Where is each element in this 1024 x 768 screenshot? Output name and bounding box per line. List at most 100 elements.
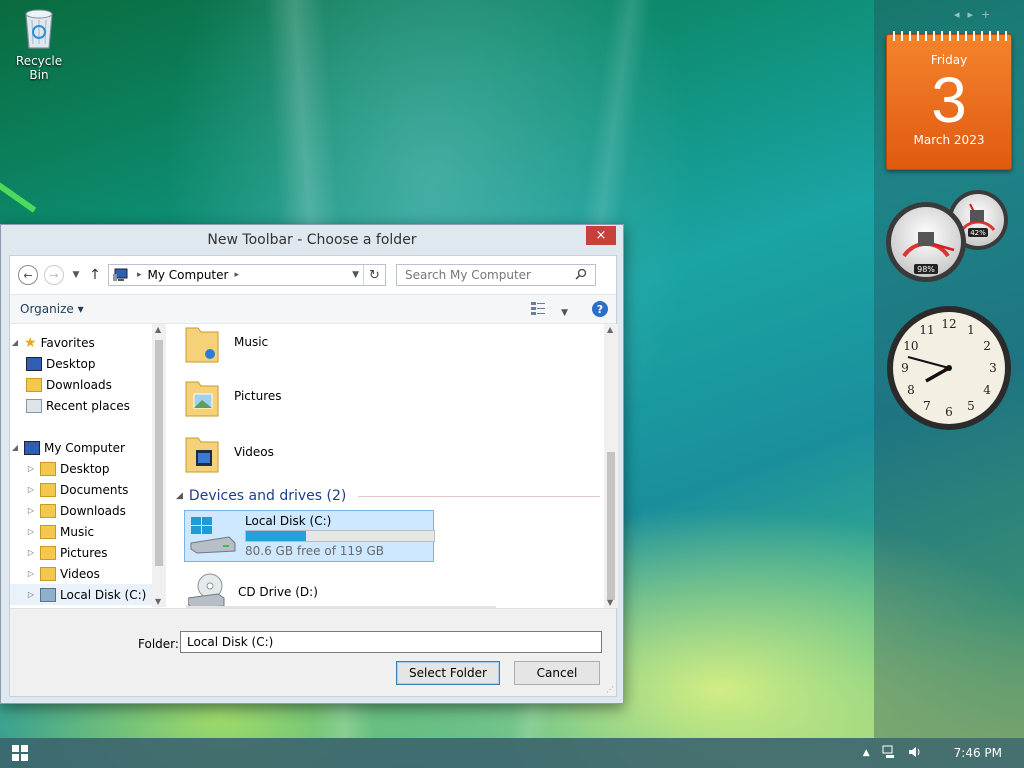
nav-item-recent-places[interactable]: Recent places [26, 395, 130, 416]
scroll-up-icon[interactable]: ▲ [155, 325, 161, 334]
content-scrollbar[interactable]: ▲ ▼ [604, 324, 618, 608]
forward-button[interactable]: → [44, 265, 64, 285]
desktop-folder-icon [40, 461, 56, 476]
downloads-folder-icon [40, 503, 56, 518]
desktop-icon-recycle-bin[interactable]: Recycle Bin [6, 6, 72, 82]
nav-item-label: Pictures [60, 545, 108, 560]
collapse-arrow-icon[interactable]: ◢ [10, 443, 20, 452]
change-view-button[interactable]: ▼ [531, 301, 568, 318]
sidebar-prev-icon[interactable]: ◂ [954, 8, 960, 21]
search-icon [575, 268, 587, 283]
nav-item-music[interactable]: ▷ Music [26, 521, 94, 542]
help-button[interactable]: ? [592, 301, 608, 317]
show-hidden-icons-icon[interactable]: ▲ [863, 748, 870, 758]
nav-item-downloads[interactable]: ▷ Downloads [26, 500, 126, 521]
forward-arrow-icon: → [49, 268, 59, 282]
desktop-icon [26, 356, 42, 371]
folder-item-videos[interactable]: Videos [184, 428, 274, 476]
scroll-down-icon[interactable]: ▼ [155, 597, 161, 606]
search-box[interactable]: Search My Computer [396, 264, 596, 286]
collapse-arrow-icon[interactable]: ◢ [10, 338, 20, 347]
wallpaper-ray [0, 173, 37, 213]
select-folder-button[interactable]: Select Folder [396, 661, 500, 685]
expand-arrow-icon[interactable]: ▷ [26, 590, 36, 599]
up-level-button[interactable]: ↑ [88, 267, 102, 283]
close-button[interactable]: × [586, 226, 616, 245]
folder-item-music[interactable]: Music [184, 324, 268, 366]
system-tray: ▲ 7:46 PM [863, 738, 1024, 768]
refresh-button[interactable]: ↻ [363, 265, 385, 285]
music-folder-icon [184, 324, 220, 364]
sidebar-controls: ◂ ▸ + [954, 8, 990, 21]
scroll-down-icon[interactable]: ▼ [607, 598, 613, 607]
expand-arrow-icon[interactable]: ▷ [26, 506, 36, 515]
address-dropdown-icon[interactable]: ▼ [352, 270, 359, 280]
recent-locations-button[interactable]: ▼ [70, 270, 82, 280]
clock-time[interactable]: 7:46 PM [954, 746, 1002, 760]
expand-arrow-icon[interactable]: ▷ [26, 464, 36, 473]
cpu-meter-gadget[interactable]: 42% 98% [884, 190, 1014, 290]
volume-icon[interactable] [908, 745, 922, 762]
nav-my-computer[interactable]: ◢ My Computer [10, 437, 125, 458]
computer-icon [113, 268, 131, 282]
clock-numeral: 3 [989, 361, 997, 375]
network-icon[interactable] [882, 745, 896, 762]
navigation-scrollbar[interactable]: ▲ ▼ [152, 324, 166, 607]
pictures-folder-icon [184, 374, 220, 418]
address-bar[interactable]: ▸ My Computer ▸ ▼ ↻ [108, 264, 386, 286]
clock-numeral: 11 [919, 323, 934, 337]
expand-arrow-icon[interactable]: ▷ [26, 548, 36, 557]
view-dropdown-icon[interactable]: ▼ [561, 308, 568, 318]
back-button[interactable]: ← [18, 265, 38, 285]
nav-item-documents[interactable]: ▷ Documents [26, 479, 128, 500]
recent-places-icon [26, 398, 42, 413]
breadcrumb-my-computer[interactable]: My Computer [148, 268, 229, 282]
scrollbar-thumb[interactable] [607, 452, 615, 600]
nav-item-label: My Computer [44, 440, 125, 455]
expand-arrow-icon[interactable]: ▷ [26, 485, 36, 494]
breadcrumb-separator-icon[interactable]: ▸ [234, 270, 239, 280]
choose-folder-dialog: New Toolbar - Choose a folder × ← → ▼ ↑ … [0, 224, 624, 704]
expand-arrow-icon[interactable]: ▷ [26, 527, 36, 536]
start-button[interactable] [0, 738, 40, 768]
nav-item-label: Downloads [60, 503, 126, 518]
breadcrumb-separator-icon[interactable]: ▸ [137, 270, 142, 280]
clock-numeral: 9 [901, 361, 909, 375]
cancel-button[interactable]: Cancel [514, 661, 600, 685]
devices-group-header[interactable]: ◢ Devices and drives (2) [176, 488, 600, 504]
clock-numeral: 7 [923, 399, 931, 413]
nav-item-favorites-downloads[interactable]: Downloads [26, 374, 112, 395]
organize-menu[interactable]: Organize ▾ [20, 302, 84, 316]
folder-label: Music [234, 335, 269, 349]
local-disk-icon [40, 587, 56, 602]
drive-item-cd-drive[interactable]: CD Drive (D:) [187, 572, 318, 608]
calendar-gadget[interactable]: Friday 3 March 2023 [886, 31, 1012, 170]
nav-item-pictures[interactable]: ▷ Pictures [26, 542, 108, 563]
resize-grip-icon[interactable]: ⋰ [606, 685, 614, 694]
dialog-titlebar[interactable]: New Toolbar - Choose a folder × [1, 225, 623, 255]
scrollbar-thumb[interactable] [155, 340, 163, 566]
pictures-folder-icon [40, 545, 56, 560]
nav-item-label: Favorites [40, 335, 95, 350]
nav-item-videos[interactable]: ▷ Videos [26, 563, 100, 584]
nav-item-label: Local Disk (C:) [60, 587, 147, 602]
music-folder-icon [40, 524, 56, 539]
clock-gadget[interactable]: 12 1 2 3 4 5 6 7 8 9 10 11 [886, 305, 1012, 431]
search-placeholder: Search My Computer [405, 268, 531, 282]
collapse-group-icon[interactable]: ◢ [176, 491, 183, 501]
clock-numeral: 5 [967, 399, 975, 413]
expand-arrow-icon[interactable]: ▷ [26, 569, 36, 578]
scroll-up-icon[interactable]: ▲ [607, 325, 613, 334]
sidebar-add-icon[interactable]: + [981, 8, 990, 21]
nav-item-favorites-desktop[interactable]: Desktop [26, 353, 96, 374]
folder-item-pictures[interactable]: Pictures [184, 372, 282, 420]
clock-numeral: 4 [983, 383, 991, 397]
close-icon: × [595, 228, 607, 243]
nav-item-local-disk[interactable]: ▷ Local Disk (C:) [10, 584, 152, 605]
sidebar-next-icon[interactable]: ▸ [968, 8, 974, 21]
nav-favorites[interactable]: ◢ ★ Favorites [10, 332, 95, 353]
drive-usage-fill [246, 531, 307, 541]
drive-item-local-disk[interactable]: Local Disk (C:) 80.6 GB free of 119 GB [184, 510, 435, 562]
folder-name-input[interactable] [180, 631, 602, 653]
nav-item-desktop[interactable]: ▷ Desktop [26, 458, 110, 479]
